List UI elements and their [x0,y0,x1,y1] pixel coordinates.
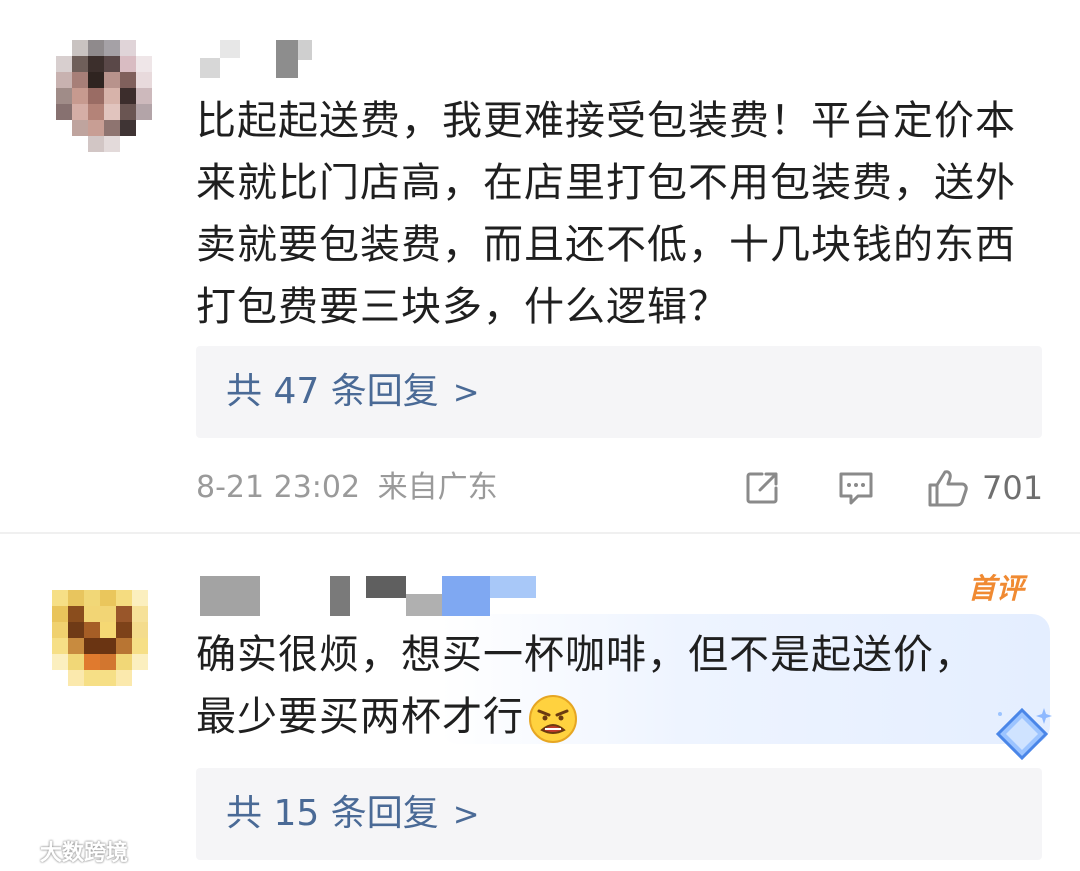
like-count: 701 [982,469,1044,507]
comment-icon [839,472,873,505]
angry-face-emoji-icon [529,695,577,743]
avatar[interactable] [52,590,148,702]
watermark: 大数跨境 [8,836,128,866]
first-comment-badge: 首评 [968,572,1025,605]
comment-text-line: 来就比门店高，在店里打包不用包装费，送外 [196,160,1016,206]
view-replies-button[interactable]: 共 15 条回复 > [196,768,1042,860]
chevron-right-icon: > [452,795,480,833]
wechat-channel-icon [9,841,35,861]
replies-count-label: 共 15 条回复 [226,793,439,834]
share-button[interactable] [742,468,782,508]
comment-card: 首评 确实很烦，想买一杯咖啡，但不是起送价， 最少要买两杯才行 共 15 条回复… [0,540,1080,871]
username-redacted[interactable] [200,40,320,80]
avatar[interactable] [56,40,152,152]
comment-text-line: 确实很烦，想买一杯咖啡，但不是起送价， [196,632,975,678]
watermark-text: 大数跨境 [40,841,129,866]
comment-text: 比起起送费，我更难接受包装费！平台定价本 来就比门店高，在店里打包不用包装费，送… [196,90,1056,338]
comment-text-line: 比起起送费，我更难接受包装费！平台定价本 [196,98,1016,144]
replies-count-label: 共 47 条回复 [226,371,439,412]
diamond-badge-icon [995,707,1052,761]
timestamp: 8-21 23:02 来自广东 [196,468,498,508]
comment-text: 确实很烦，想买一杯咖啡，但不是起送价， 最少要买两杯才行 [196,624,1056,748]
comment-text-line: 卖就要包装费，而且还不低，十几块钱的东西 [196,222,1016,268]
comment-text-line: 最少要买两杯才行 [196,686,1056,748]
divider [0,532,1080,534]
comment-meta: 8-21 23:02 来自广东 701 [196,468,1043,508]
view-replies-button[interactable]: 共 47 条回复 > [196,346,1042,438]
comment-text-line: 打包费要三块多，什么逻辑？ [196,284,729,330]
comment-time: 8-21 23:02 [196,470,361,505]
comment-location: 来自广东 [377,470,498,505]
comment-button[interactable] [836,468,876,508]
like-button[interactable]: 701 [926,468,1043,508]
chevron-right-icon: > [452,373,480,411]
share-icon [746,472,778,504]
comment-card: 比起起送费，我更难接受包装费！平台定价本 来就比门店高，在店里打包不用包装费，送… [0,0,1080,540]
comment-text-fragment: 最少要买两杯才行 [196,694,524,740]
username-redacted[interactable] [200,576,540,616]
thumbs-up-icon [928,470,968,507]
